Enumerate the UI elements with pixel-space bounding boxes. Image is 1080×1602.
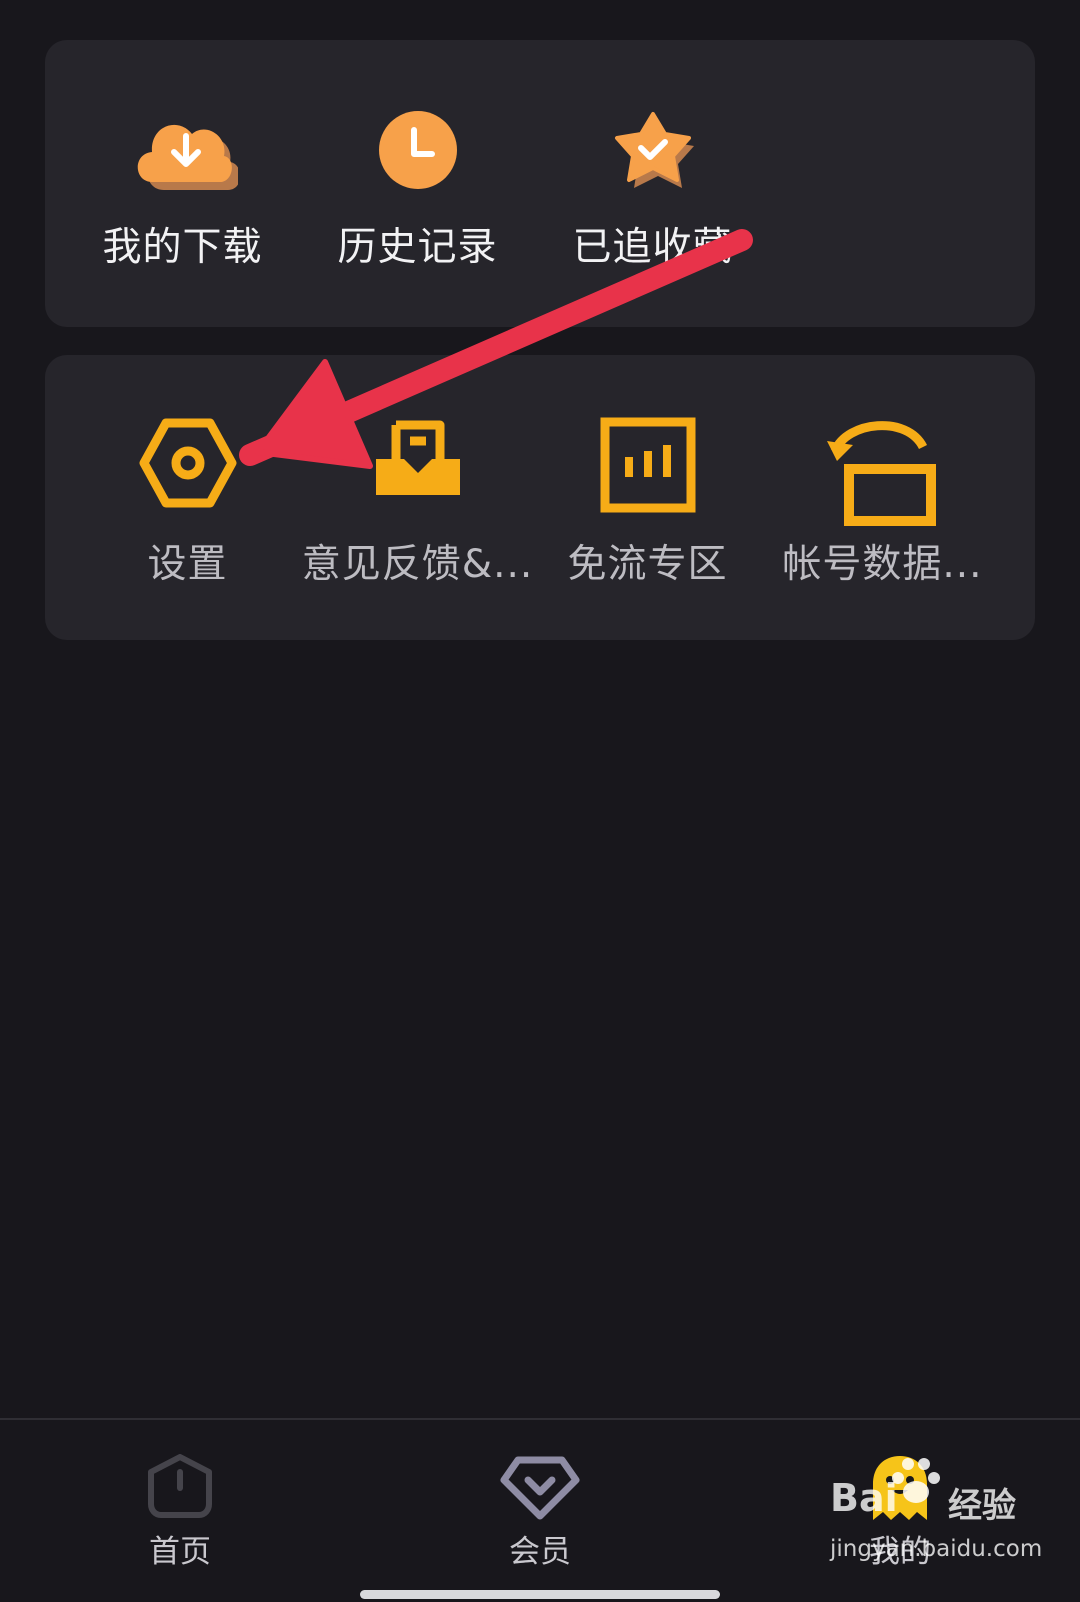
vip-diamond-icon [500,1456,580,1520]
watermark-brand-cn: 经验 [948,1486,1016,1526]
watermark-url: jingyan.baidu.com [830,1536,1043,1562]
baidu-jingyan-watermark: Bai 经验 jingyan.baidu.com [830,1450,1060,1585]
home-icon [148,1454,212,1518]
home-indicator[interactable] [360,1590,720,1599]
watermark-brand: Bai [830,1476,898,1520]
tab-home-label: 首页 [149,1534,211,1570]
tab-home[interactable]: 首页 [80,1420,280,1602]
annotation-arrow-icon [239,229,753,469]
tab-vip[interactable]: 会员 [440,1420,640,1602]
tab-vip-label: 会员 [509,1534,571,1570]
